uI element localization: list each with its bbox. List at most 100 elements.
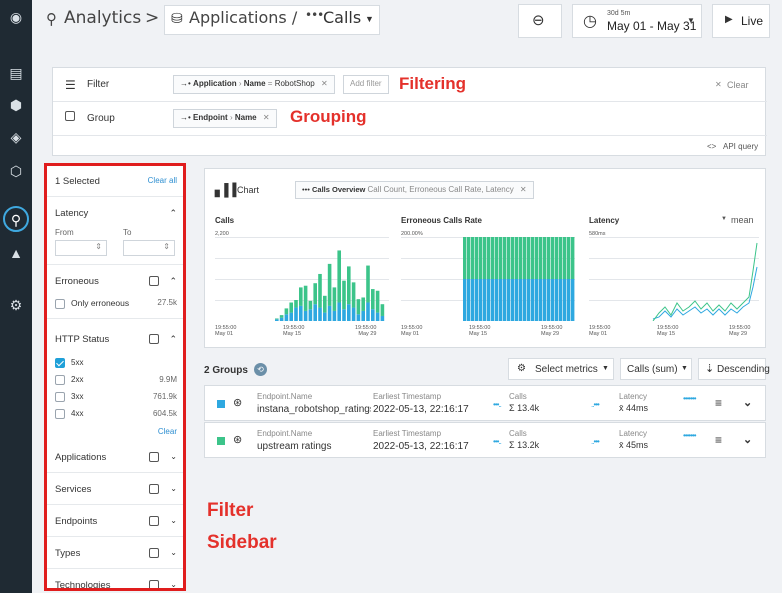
status-option-2xx[interactable]: 2xx 9.9M	[55, 375, 179, 385]
group-by-icon[interactable]	[149, 484, 159, 494]
x-tick: 19:55:00 May 15	[469, 325, 491, 337]
latency-to-input[interactable]: ⇕	[123, 240, 175, 256]
caret-down-icon[interactable]: ▼	[721, 216, 727, 222]
chevron-down-icon[interactable]: ⌄	[170, 452, 177, 461]
erroneous-section-title[interactable]: Erroneous	[55, 276, 99, 287]
refresh-icon[interactable]: ⟲	[254, 363, 267, 376]
aggregation-select[interactable]: mean	[731, 215, 754, 225]
chevron-down-icon[interactable]: ⌄	[743, 396, 752, 409]
status-option-5xx[interactable]: 5xx	[55, 358, 179, 368]
filter-sidebar: 1 Selected Clear all Latency ⌃ From To ⇕…	[44, 163, 186, 591]
close-icon[interactable]: ✕	[321, 79, 328, 88]
status-option-4xx[interactable]: 4xx 604.5k	[55, 409, 179, 419]
bar-segment	[323, 295, 327, 313]
api-query-link[interactable]: API query	[723, 142, 758, 151]
checkbox[interactable]	[55, 298, 65, 309]
share-link-button[interactable]: ⊖	[518, 4, 562, 38]
group-by-icon[interactable]	[149, 334, 159, 344]
bar-segment	[463, 279, 467, 321]
status-option-3xx[interactable]: 3xx 761.9k	[55, 392, 179, 402]
checkbox[interactable]	[55, 358, 65, 368]
bar-segment	[332, 287, 337, 311]
chevron-down-icon[interactable]: ⌄	[170, 484, 177, 493]
checkbox[interactable]	[55, 409, 65, 419]
dashboard-icon[interactable]: ▤	[7, 64, 25, 82]
group-pill[interactable]: →• Endpoint › Name ✕	[173, 109, 277, 128]
bar-segment	[539, 237, 543, 279]
latency-chart[interactable]	[589, 237, 759, 321]
clear-filters-button[interactable]: Clear	[727, 80, 749, 90]
latency-from-input[interactable]: ⇕	[55, 240, 107, 256]
types-section-title[interactable]: Types	[55, 548, 80, 559]
group-by-icon[interactable]	[149, 452, 159, 462]
infrastructure-icon[interactable]: ⬢	[7, 96, 25, 114]
checkbox[interactable]	[55, 375, 65, 385]
erroneous-rate-chart[interactable]	[401, 237, 575, 321]
chevron-down-icon[interactable]: ⌄	[743, 433, 752, 446]
timestamp-label: Earliest Timestamp	[373, 429, 442, 438]
sparkline-icon: •••..	[493, 400, 502, 409]
clear-icon[interactable]: ✕	[715, 80, 722, 89]
live-button[interactable]: ▶ Live	[712, 4, 770, 38]
group-by-icon[interactable]	[149, 580, 159, 588]
bar-segment	[308, 300, 313, 310]
annotation-grouping: Grouping	[290, 107, 367, 126]
chevron-up-icon[interactable]: ⌃	[169, 334, 177, 345]
breadcrumb-analytics[interactable]: Analytics	[64, 8, 141, 28]
chevron-up-icon[interactable]: ⌃	[169, 208, 177, 219]
analytics-icon[interactable]: ⚲	[3, 206, 29, 232]
clear-all-link[interactable]: Clear all	[148, 176, 177, 185]
stack-icon[interactable]: ◈	[7, 128, 25, 146]
bar-segment	[571, 279, 575, 321]
bar-segment	[555, 237, 559, 279]
filter-pill[interactable]: →• Application › Name = RobotShop ✕	[173, 75, 335, 94]
bar-segment	[495, 237, 499, 279]
timestamp-value: 2022-05-13, 22:16:17	[373, 404, 469, 415]
stepper-icon[interactable]: ⇕	[163, 242, 170, 251]
bar-segment	[318, 273, 322, 308]
services-section-title[interactable]: Services	[55, 484, 91, 495]
breadcrumb-separator: >	[145, 8, 160, 28]
calls-chart[interactable]	[215, 237, 389, 321]
sparkline-icon: •••••••	[683, 394, 697, 403]
close-icon[interactable]: ✕	[263, 113, 270, 122]
stepper-icon[interactable]: ⇕	[95, 242, 102, 251]
bar-segment	[327, 263, 332, 306]
endpoints-section-title[interactable]: Endpoints	[55, 516, 97, 527]
add-filter-button[interactable]: Add filter	[343, 75, 389, 94]
group-icon	[65, 111, 75, 121]
group-by-icon[interactable]	[149, 548, 159, 558]
chevron-down-icon[interactable]: ⌄	[170, 548, 177, 557]
chevron-up-icon[interactable]: ⌃	[169, 276, 177, 287]
logo-icon[interactable]: ◉	[7, 8, 25, 26]
filter-lines-icon[interactable]: ≡	[715, 433, 722, 447]
settings-icon[interactable]: ⚙	[7, 296, 25, 314]
group-by-icon[interactable]	[149, 516, 159, 526]
clear-status-link[interactable]: Clear	[158, 427, 177, 436]
time-range-duration: 30d 5m	[607, 10, 631, 17]
bar-segment	[299, 305, 303, 321]
only-erroneous-option[interactable]: Only erroneous 27.5k	[55, 298, 179, 309]
time-range-picker[interactable]: ◷ 30d 5m May 01 - May 31 ▼	[572, 4, 702, 38]
select-metrics-dropdown[interactable]: ⚙ Select metrics ▼	[508, 358, 614, 380]
applications-section-title[interactable]: Applications	[55, 452, 106, 463]
calls-value: Σ 13.2k	[509, 440, 540, 450]
sort-by-dropdown[interactable]: Calls (sum) ▼	[620, 358, 692, 380]
group-row[interactable]: ⊛ Endpoint.Name instana_robotshop_rating…	[204, 385, 766, 421]
filter-lines-icon[interactable]: ≡	[715, 396, 722, 410]
alert-icon[interactable]: ▲	[7, 244, 25, 262]
sort-order-button[interactable]: ⇣ Descending	[698, 358, 770, 380]
chevron-down-icon[interactable]: ⌄	[170, 516, 177, 525]
layers-icon[interactable]: ⬡	[7, 162, 25, 180]
groups-toolbar: 2 Groups ⟲ ⚙ Select metrics ▼ Calls (sum…	[204, 358, 770, 382]
chart-metrics-pill[interactable]: ••• Calls Overview Call Count, Erroneous…	[295, 181, 534, 199]
context-selector[interactable]: ⛁ Applications / ••• Calls ▼	[164, 5, 380, 35]
http-status-section-title[interactable]: HTTP Status	[55, 334, 109, 345]
chevron-down-icon[interactable]: ⌄	[170, 580, 177, 588]
group-by-icon[interactable]	[149, 276, 159, 286]
close-icon[interactable]: ✕	[520, 185, 527, 194]
group-row[interactable]: ⊛ Endpoint.Name upstream ratings Earlies…	[204, 422, 766, 458]
latency-section-title[interactable]: Latency	[55, 208, 88, 219]
technologies-section-title[interactable]: Technologies	[55, 580, 110, 588]
checkbox[interactable]	[55, 392, 65, 402]
